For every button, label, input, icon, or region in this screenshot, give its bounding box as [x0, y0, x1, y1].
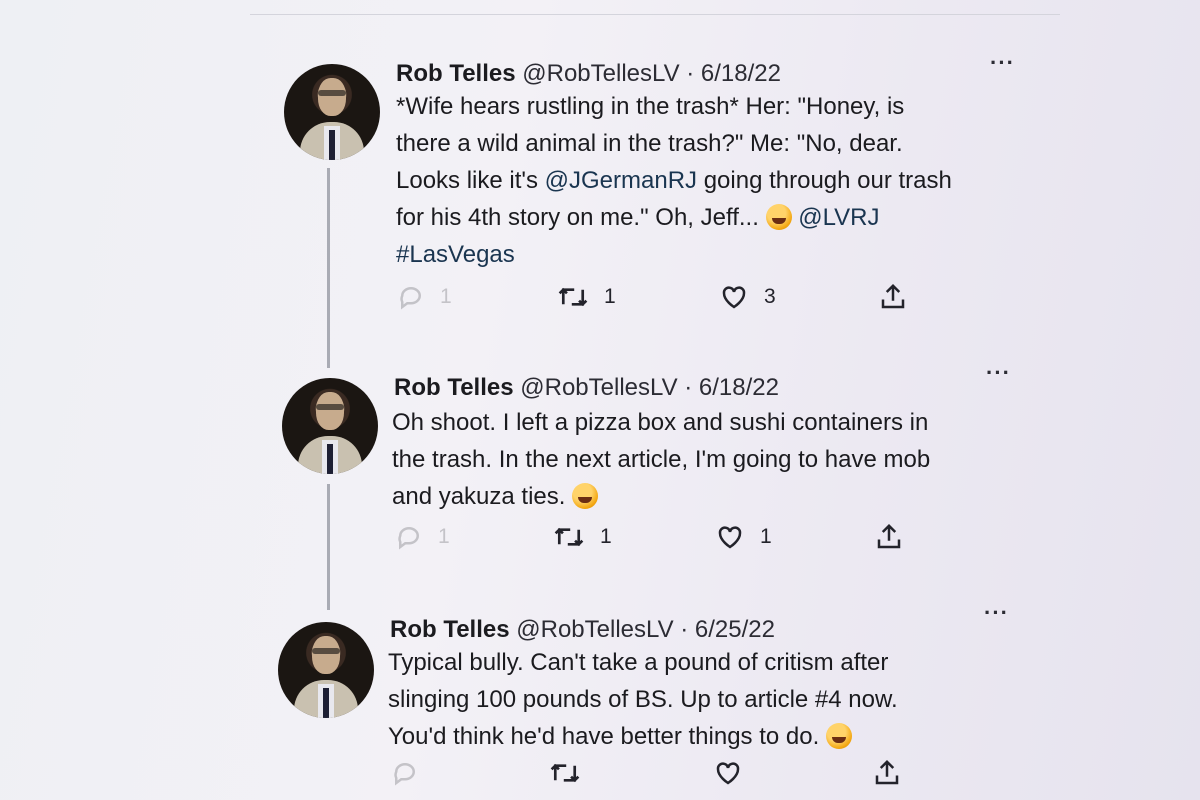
tweet-line: #LasVegas — [396, 236, 1036, 273]
handle-and-date[interactable]: @RobTellesLV · 6/25/22 — [516, 616, 775, 643]
like-count: 1 — [760, 525, 772, 548]
tweet-text: Oh shoot. I left a pizza box and sushi c… — [392, 404, 1032, 515]
tweet-line: and yakuza ties. — [392, 478, 1032, 515]
display-name[interactable]: Rob Telles — [396, 60, 516, 87]
like-icon — [716, 762, 740, 785]
tweet[interactable]: Rob Telles @RobTellesLV · 6/18/22 ··· *W… — [0, 0, 1200, 330]
share-button[interactable] — [874, 522, 904, 552]
avatar[interactable] — [284, 64, 380, 160]
share-icon — [877, 523, 901, 549]
mention-link[interactable]: @LVRJ — [798, 204, 879, 231]
reply-icon — [400, 287, 421, 310]
retweet-button[interactable] — [548, 758, 582, 788]
reply-button[interactable] — [390, 758, 420, 788]
like-button[interactable]: 3 — [718, 282, 776, 312]
tweet-actions — [390, 758, 930, 798]
tweet-line: the trash. In the next article, I'm goin… — [392, 446, 931, 473]
tweet-header: Rob Telles @RobTellesLV · 6/18/22 — [396, 60, 781, 88]
tweet-actions: 1 1 1 — [394, 522, 934, 562]
retweet-icon — [558, 287, 588, 307]
share-button[interactable] — [872, 758, 902, 788]
avatar[interactable] — [278, 622, 374, 718]
retweet-count: 1 — [600, 525, 612, 548]
more-icon[interactable]: ··· — [986, 360, 1011, 386]
tweet-line: Oh shoot. I left a pizza box and sushi c… — [392, 409, 929, 436]
tweet-header: Rob Telles @RobTellesLV · 6/18/22 — [394, 374, 779, 402]
tweet-line: slinging 100 pounds of BS. Up to article… — [388, 686, 898, 713]
retweet-button[interactable]: 1 — [556, 282, 616, 312]
more-icon[interactable]: ··· — [990, 50, 1015, 76]
reply-count: 1 — [438, 525, 450, 548]
tweet-line: *Wife hears rustling in the trash* Her: … — [396, 93, 905, 120]
laughing-emoji-icon — [572, 483, 599, 509]
laughing-emoji-icon — [765, 204, 792, 230]
share-icon — [875, 759, 899, 785]
tweet-text: *Wife hears rustling in the trash* Her: … — [396, 88, 1036, 273]
like-button[interactable]: 1 — [714, 522, 772, 552]
handle-and-date[interactable]: @RobTellesLV · 6/18/22 — [520, 374, 779, 401]
tweet-line: Typical bully. Can't take a pound of cri… — [388, 649, 889, 676]
mention-link[interactable]: @JGermanRJ — [545, 167, 697, 194]
like-count: 3 — [764, 285, 776, 308]
share-icon — [881, 283, 905, 309]
zany-face-emoji-icon — [825, 723, 852, 749]
display-name[interactable]: Rob Telles — [394, 374, 514, 401]
tweet[interactable]: Rob Telles @RobTellesLV · 6/25/22 ··· Ty… — [0, 580, 1200, 800]
retweet-button[interactable]: 1 — [552, 522, 612, 552]
retweet-icon — [550, 763, 580, 783]
tweet-actions: 1 1 3 — [396, 282, 936, 322]
tweet-header: Rob Telles @RobTellesLV · 6/25/22 — [390, 616, 775, 644]
like-button[interactable] — [712, 758, 744, 788]
tweet[interactable]: Rob Telles @RobTellesLV · 6/18/22 ··· Oh… — [0, 330, 1200, 580]
tweet-line: there a wild animal in the trash?" Me: "… — [396, 130, 903, 157]
tweet-line: for his 4th story on me." Oh, Jeff... @L… — [396, 204, 880, 231]
share-button[interactable] — [878, 282, 908, 312]
reply-button[interactable]: 1 — [394, 522, 450, 552]
like-icon — [718, 526, 742, 549]
handle-and-date[interactable]: @RobTellesLV · 6/18/22 — [522, 60, 781, 87]
display-name[interactable]: Rob Telles — [390, 616, 510, 643]
tweet-text: Typical bully. Can't take a pound of cri… — [388, 644, 1028, 755]
retweet-count: 1 — [604, 285, 616, 308]
tweet-line: You'd think he'd have better things to d… — [388, 718, 1028, 755]
avatar[interactable] — [282, 378, 378, 474]
reply-button[interactable]: 1 — [396, 282, 452, 312]
tweet-line: Looks like it's @JGermanRJ going through… — [396, 167, 952, 194]
more-icon[interactable]: ··· — [984, 600, 1009, 626]
like-icon — [722, 286, 746, 309]
reply-icon — [398, 527, 419, 550]
reply-icon — [394, 763, 415, 786]
hashtag-link[interactable]: #LasVegas — [396, 241, 515, 268]
retweet-icon — [554, 527, 584, 547]
reply-count: 1 — [440, 285, 452, 308]
